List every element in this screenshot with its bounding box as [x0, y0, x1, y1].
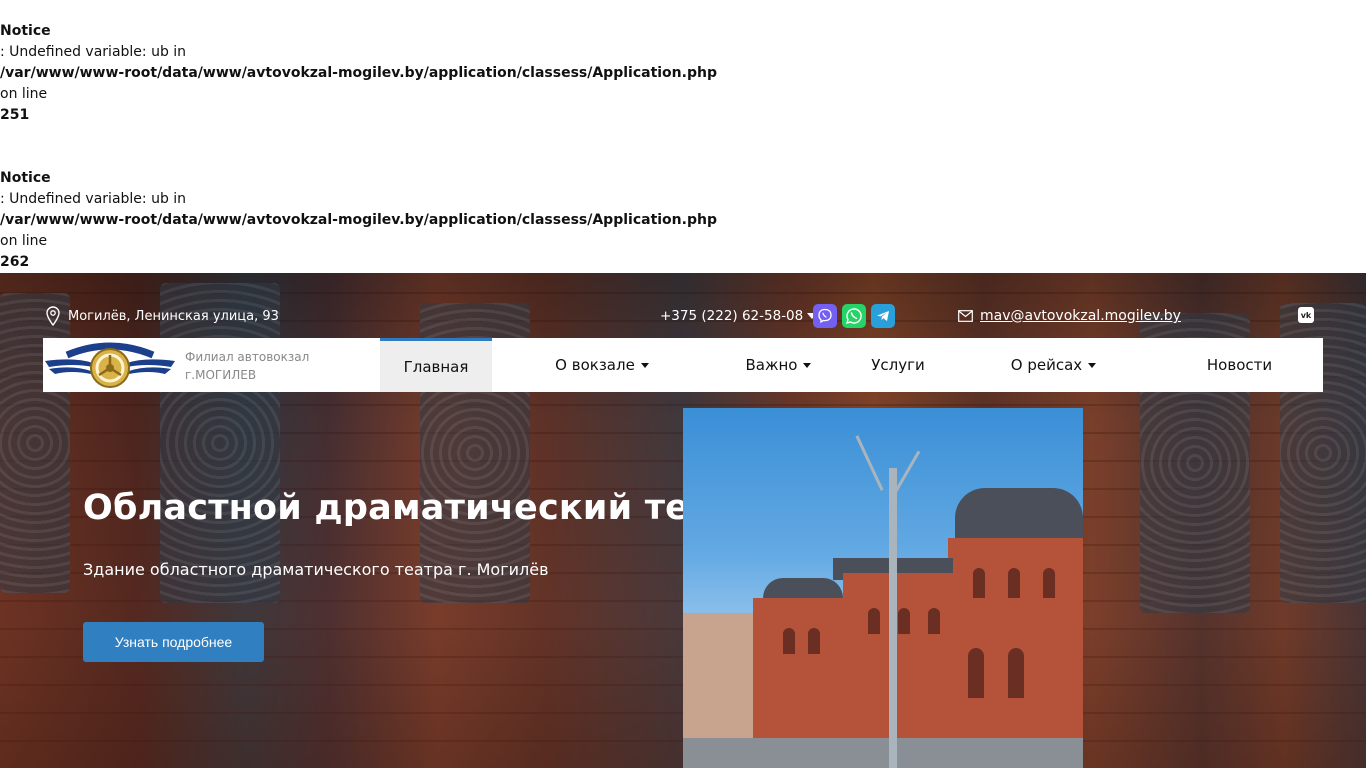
location-pin-icon: [46, 306, 60, 326]
address-text: Могилёв, Ленинская улица, 93: [68, 308, 279, 324]
messenger-links: [813, 304, 895, 328]
notice-type: Notice: [0, 23, 51, 39]
envelope-icon: [958, 310, 973, 322]
notice-line-number: 251: [0, 107, 30, 123]
nav-item-about-station[interactable]: О вокзале: [492, 338, 712, 392]
main-navbar: Филиал автовокзал г.МОГИЛЕВ Главная О во…: [43, 338, 1323, 392]
logo: [45, 342, 175, 388]
nav-item-label: Важно: [745, 356, 798, 374]
email-contact: mav@avtovokzal.mogilev.by: [958, 308, 1181, 324]
notice-path: /var/www/www-root/data/www/avtovokzal-mo…: [0, 212, 717, 228]
nav-item-news[interactable]: Новости: [1156, 338, 1323, 392]
notice-type: Notice: [0, 170, 51, 186]
nav-item-label: Главная: [403, 357, 469, 376]
nav-item-about-routes[interactable]: О рейсах: [951, 338, 1156, 392]
viber-icon[interactable]: [813, 304, 837, 328]
theatre-photo: [683, 408, 1083, 768]
notice-on-line: on line: [0, 233, 48, 249]
nav-item-label: Новости: [1206, 356, 1273, 374]
nav-item-label: О вокзале: [555, 356, 635, 374]
nav-item-label: О рейсах: [1010, 356, 1083, 374]
learn-more-button[interactable]: Узнать подробнее: [83, 622, 264, 662]
vk-icon[interactable]: vk: [1298, 307, 1314, 323]
notice-message: : Undefined variable: ub in: [0, 191, 187, 207]
address: Могилёв, Ленинская улица, 93: [46, 306, 279, 326]
hero-section: Могилёв, Ленинская улица, 93 +375 (222) …: [0, 273, 1366, 768]
hero-title: Областной драматический театр: [83, 488, 759, 528]
whatsapp-icon[interactable]: [842, 304, 866, 328]
nav-item-important[interactable]: Важно: [712, 338, 845, 392]
notice-line-number: 262: [0, 254, 30, 270]
brand[interactable]: Филиал автовокзал г.МОГИЛЕВ: [43, 338, 380, 392]
hero-subtitle: Здание областного драматического театра …: [83, 560, 549, 579]
php-notice: Notice : Undefined variable: ub in /var/…: [0, 168, 717, 273]
email-link[interactable]: mav@avtovokzal.mogilev.by: [980, 308, 1181, 324]
php-notices: Notice : Undefined variable: ub in /var/…: [0, 0, 1366, 273]
caret-down-icon: [803, 362, 812, 368]
brand-line-1: Филиал автовокзал: [185, 350, 310, 364]
nav-item-label: Услуги: [871, 356, 925, 374]
caret-down-icon: [640, 362, 649, 368]
caret-down-icon: [1088, 362, 1097, 368]
telegram-icon[interactable]: [871, 304, 895, 328]
main-menu: Главная О вокзале Важно Услуги О рейсах …: [380, 338, 1323, 392]
top-bar: Могилёв, Ленинская улица, 93 +375 (222) …: [0, 273, 1366, 337]
brand-line-2: г.МОГИЛЕВ: [185, 368, 257, 382]
notice-message: : Undefined variable: ub in: [0, 44, 187, 60]
notice-path: /var/www/www-root/data/www/avtovokzal-mo…: [0, 65, 717, 81]
notice-on-line: on line: [0, 86, 48, 102]
nav-item-home[interactable]: Главная: [380, 338, 492, 392]
phone-number: +375 (222) 62-58-08: [660, 308, 804, 324]
brand-text: Филиал автовокзал г.МОГИЛЕВ: [185, 348, 309, 384]
php-notice: Notice : Undefined variable: ub in /var/…: [0, 21, 717, 126]
nav-item-services[interactable]: Услуги: [845, 338, 951, 392]
phone-dropdown[interactable]: +375 (222) 62-58-08: [660, 308, 818, 324]
